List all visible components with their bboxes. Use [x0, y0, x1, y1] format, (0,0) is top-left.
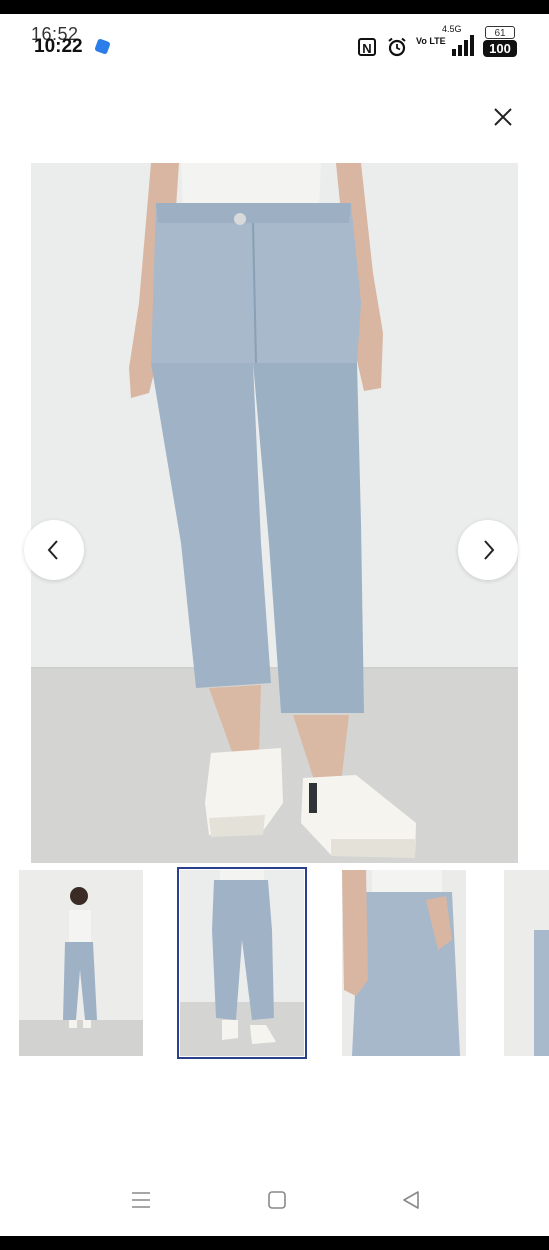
nfc-icon: N — [358, 38, 376, 56]
battery-secondary-icon: 61 — [485, 26, 515, 39]
next-image-button[interactable] — [458, 520, 518, 580]
bottom-black-bar — [0, 1236, 549, 1250]
jeans-photo — [31, 163, 518, 863]
status-time: 10:22 — [34, 36, 83, 57]
thumbnail-2-selected[interactable] — [177, 867, 307, 1059]
home-icon[interactable] — [266, 1185, 288, 1215]
top-black-bar — [0, 0, 549, 14]
app-icon — [94, 38, 111, 55]
alarm-icon — [388, 37, 406, 57]
chevron-right-icon — [484, 540, 495, 560]
thumbnail-4[interactable] — [504, 870, 549, 1056]
thumbnail-image — [504, 870, 549, 1056]
previous-image-button[interactable] — [24, 520, 84, 580]
volte-icon: Vo LTE — [416, 36, 446, 46]
thumbnail-image — [19, 870, 143, 1056]
menu-icon[interactable] — [130, 1185, 152, 1215]
signal-icon — [452, 35, 474, 56]
back-icon[interactable] — [400, 1185, 422, 1215]
thumbnail-1[interactable] — [19, 870, 143, 1056]
chevron-left-icon — [47, 540, 58, 560]
thumbnail-3[interactable] — [342, 870, 466, 1056]
battery-icon: 100 — [483, 40, 517, 57]
thumbnail-image — [180, 870, 304, 1056]
close-icon[interactable] — [490, 104, 516, 130]
main-product-image — [31, 163, 518, 863]
status-bar: 16:52 10:22 N Vo LTE 4.5G 61 100 — [0, 14, 549, 64]
thumbnail-image — [342, 870, 466, 1056]
network-type-label: 4.5G — [442, 24, 462, 34]
